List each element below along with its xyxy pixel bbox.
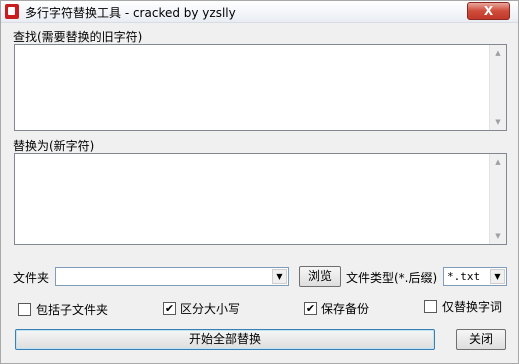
window-title: 多行字符替换工具 - cracked by yzslly bbox=[25, 6, 236, 20]
find-scrollbar[interactable]: ▲ ▼ bbox=[489, 45, 506, 130]
replace-label: 替换为(新字符) bbox=[13, 139, 95, 153]
replace-textarea[interactable]: ▲ ▼ bbox=[14, 153, 507, 245]
replace-all-button[interactable]: 开始全部替换 bbox=[15, 329, 435, 350]
include-subfolders-label[interactable]: 包括子文件夹 bbox=[36, 301, 108, 318]
title-bar[interactable]: 多行字符替换工具 - cracked by yzslly X bbox=[1, 1, 518, 23]
case-sensitive-label[interactable]: 区分大小写 bbox=[180, 300, 240, 317]
chevron-down-icon[interactable]: ▼ bbox=[272, 269, 287, 284]
keep-backup-checkbox[interactable]: ✔ bbox=[304, 302, 317, 315]
close-button[interactable]: 关闭 bbox=[456, 329, 506, 350]
include-subfolders-checkbox[interactable] bbox=[18, 303, 31, 316]
whole-word-checkbox[interactable] bbox=[424, 300, 437, 313]
check-mark-icon: ✔ bbox=[164, 302, 175, 315]
folder-combobox[interactable]: ▼ bbox=[55, 267, 289, 286]
check-mark-icon: ✔ bbox=[305, 302, 316, 315]
find-textarea[interactable]: ▲ ▼ bbox=[14, 44, 507, 131]
file-type-combobox[interactable]: *.txt ▼ bbox=[443, 267, 507, 286]
scroll-up-icon[interactable]: ▲ bbox=[490, 154, 506, 170]
folder-label: 文件夹 bbox=[13, 271, 50, 285]
scroll-up-icon[interactable]: ▲ bbox=[490, 45, 506, 61]
case-sensitive-checkbox[interactable]: ✔ bbox=[163, 302, 176, 315]
window-close-button[interactable]: X bbox=[467, 2, 510, 20]
replace-scrollbar[interactable]: ▲ ▼ bbox=[489, 154, 506, 244]
find-label: 查找(需要替换的旧字符) bbox=[13, 30, 143, 44]
main-window: 多行字符替换工具 - cracked by yzslly X 查找(需要替换的旧… bbox=[0, 0, 519, 364]
chevron-down-icon[interactable]: ▼ bbox=[490, 269, 505, 284]
browse-button[interactable]: 浏览 bbox=[299, 266, 341, 287]
scroll-down-icon[interactable]: ▼ bbox=[490, 114, 506, 130]
scroll-down-icon[interactable]: ▼ bbox=[490, 228, 506, 244]
file-type-value: *.txt bbox=[447, 270, 481, 283]
file-type-label: 文件类型(*.后缀) bbox=[346, 271, 438, 285]
app-icon bbox=[5, 4, 19, 19]
keep-backup-label[interactable]: 保存备份 bbox=[321, 300, 369, 317]
whole-word-label[interactable]: 仅替换字词 bbox=[442, 298, 502, 315]
